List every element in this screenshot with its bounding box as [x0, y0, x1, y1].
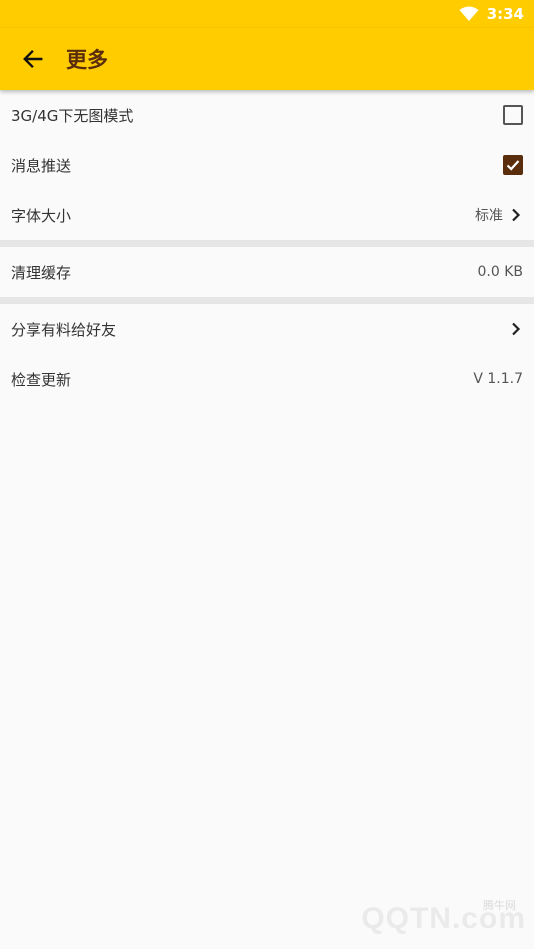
setting-label: 分享有料给好友 [11, 320, 117, 339]
setting-share-app[interactable]: 分享有料给好友 [0, 304, 534, 354]
screen: 3:34 更多 3G/4G下无图模式 消息推送 字体大小 标准 清理缓存 0.0… [0, 0, 534, 949]
setting-label: 清理缓存 [11, 263, 72, 282]
setting-font-size[interactable]: 字体大小 标准 [0, 190, 534, 240]
watermark-logo: 腾牛网 QQTN.com [326, 897, 526, 941]
section-divider [0, 297, 534, 304]
setting-label: 检查更新 [11, 370, 72, 389]
back-button[interactable] [0, 28, 66, 90]
chevron-right-icon [509, 208, 523, 222]
setting-push-notifications[interactable]: 消息推送 [0, 140, 534, 190]
page-title: 更多 [66, 48, 108, 72]
push-notifications-checkbox[interactable] [503, 155, 523, 175]
watermark-small-text: 腾牛网 [483, 899, 516, 912]
setting-label: 3G/4G下无图模式 [11, 106, 134, 125]
settings-list: 3G/4G下无图模式 消息推送 字体大小 标准 清理缓存 0.0 KB 分享有料… [0, 90, 534, 404]
app-bar: 更多 [0, 28, 534, 90]
arrow-left-icon [23, 49, 43, 69]
checkmark-icon [506, 160, 520, 171]
setting-label: 消息推送 [11, 156, 72, 175]
version-value: V 1.1.7 [473, 371, 523, 387]
setting-label: 字体大小 [11, 206, 72, 225]
status-bar: 3:34 [0, 0, 534, 28]
setting-clear-cache[interactable]: 清理缓存 0.0 KB [0, 247, 534, 297]
font-size-value-text: 标准 [475, 208, 503, 224]
setting-check-update[interactable]: 检查更新 V 1.1.7 [0, 354, 534, 404]
cache-size-value: 0.0 KB [477, 264, 524, 280]
section-divider [0, 240, 534, 247]
chevron-right-icon [509, 322, 523, 336]
setting-no-image-mode[interactable]: 3G/4G下无图模式 [0, 90, 534, 140]
wifi-icon [459, 6, 479, 21]
no-image-mode-checkbox[interactable] [503, 105, 523, 125]
font-size-value: 标准 [475, 205, 523, 225]
status-time: 3:34 [486, 5, 524, 23]
